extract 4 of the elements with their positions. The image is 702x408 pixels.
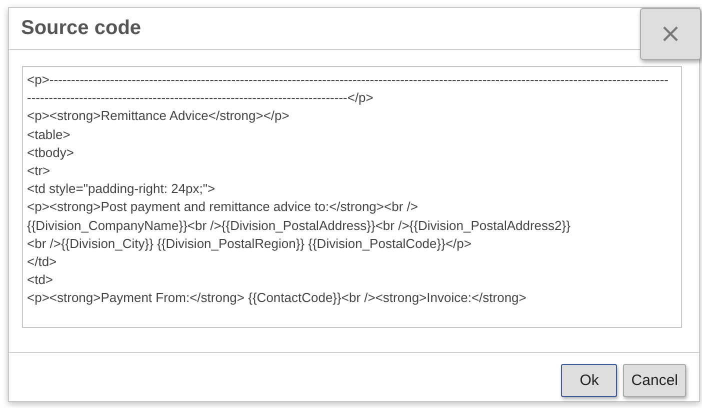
cancel-button[interactable]: Cancel [623,364,686,397]
dialog-title: Source code [21,17,142,40]
ok-button[interactable]: Ok [561,364,618,397]
source-code-textarea[interactable]: <p>----------------------------------------------------------------------------------------------------------------------------------------------- --------------------------------------------------------------------------</p> <p><strong>Remittance Advice</strong></p> <table> <tbody> <tr> <td style="padding-right: 24px;"> <p><strong>Post payment and remittance advice to:</strong><br /> {{Division_CompanyName}}<br />{{Division_PostalAddress}}<br />{{Division_PostalAddress2}} <br />{{Division_City}} {{Division_PostalRegion}} {{Division_PostalCode}}</p> </td> <td> <p><strong>Payment From:</strong> {{ContactCode}}<br /><strong>Invoice:</strong> [22,66,682,328]
